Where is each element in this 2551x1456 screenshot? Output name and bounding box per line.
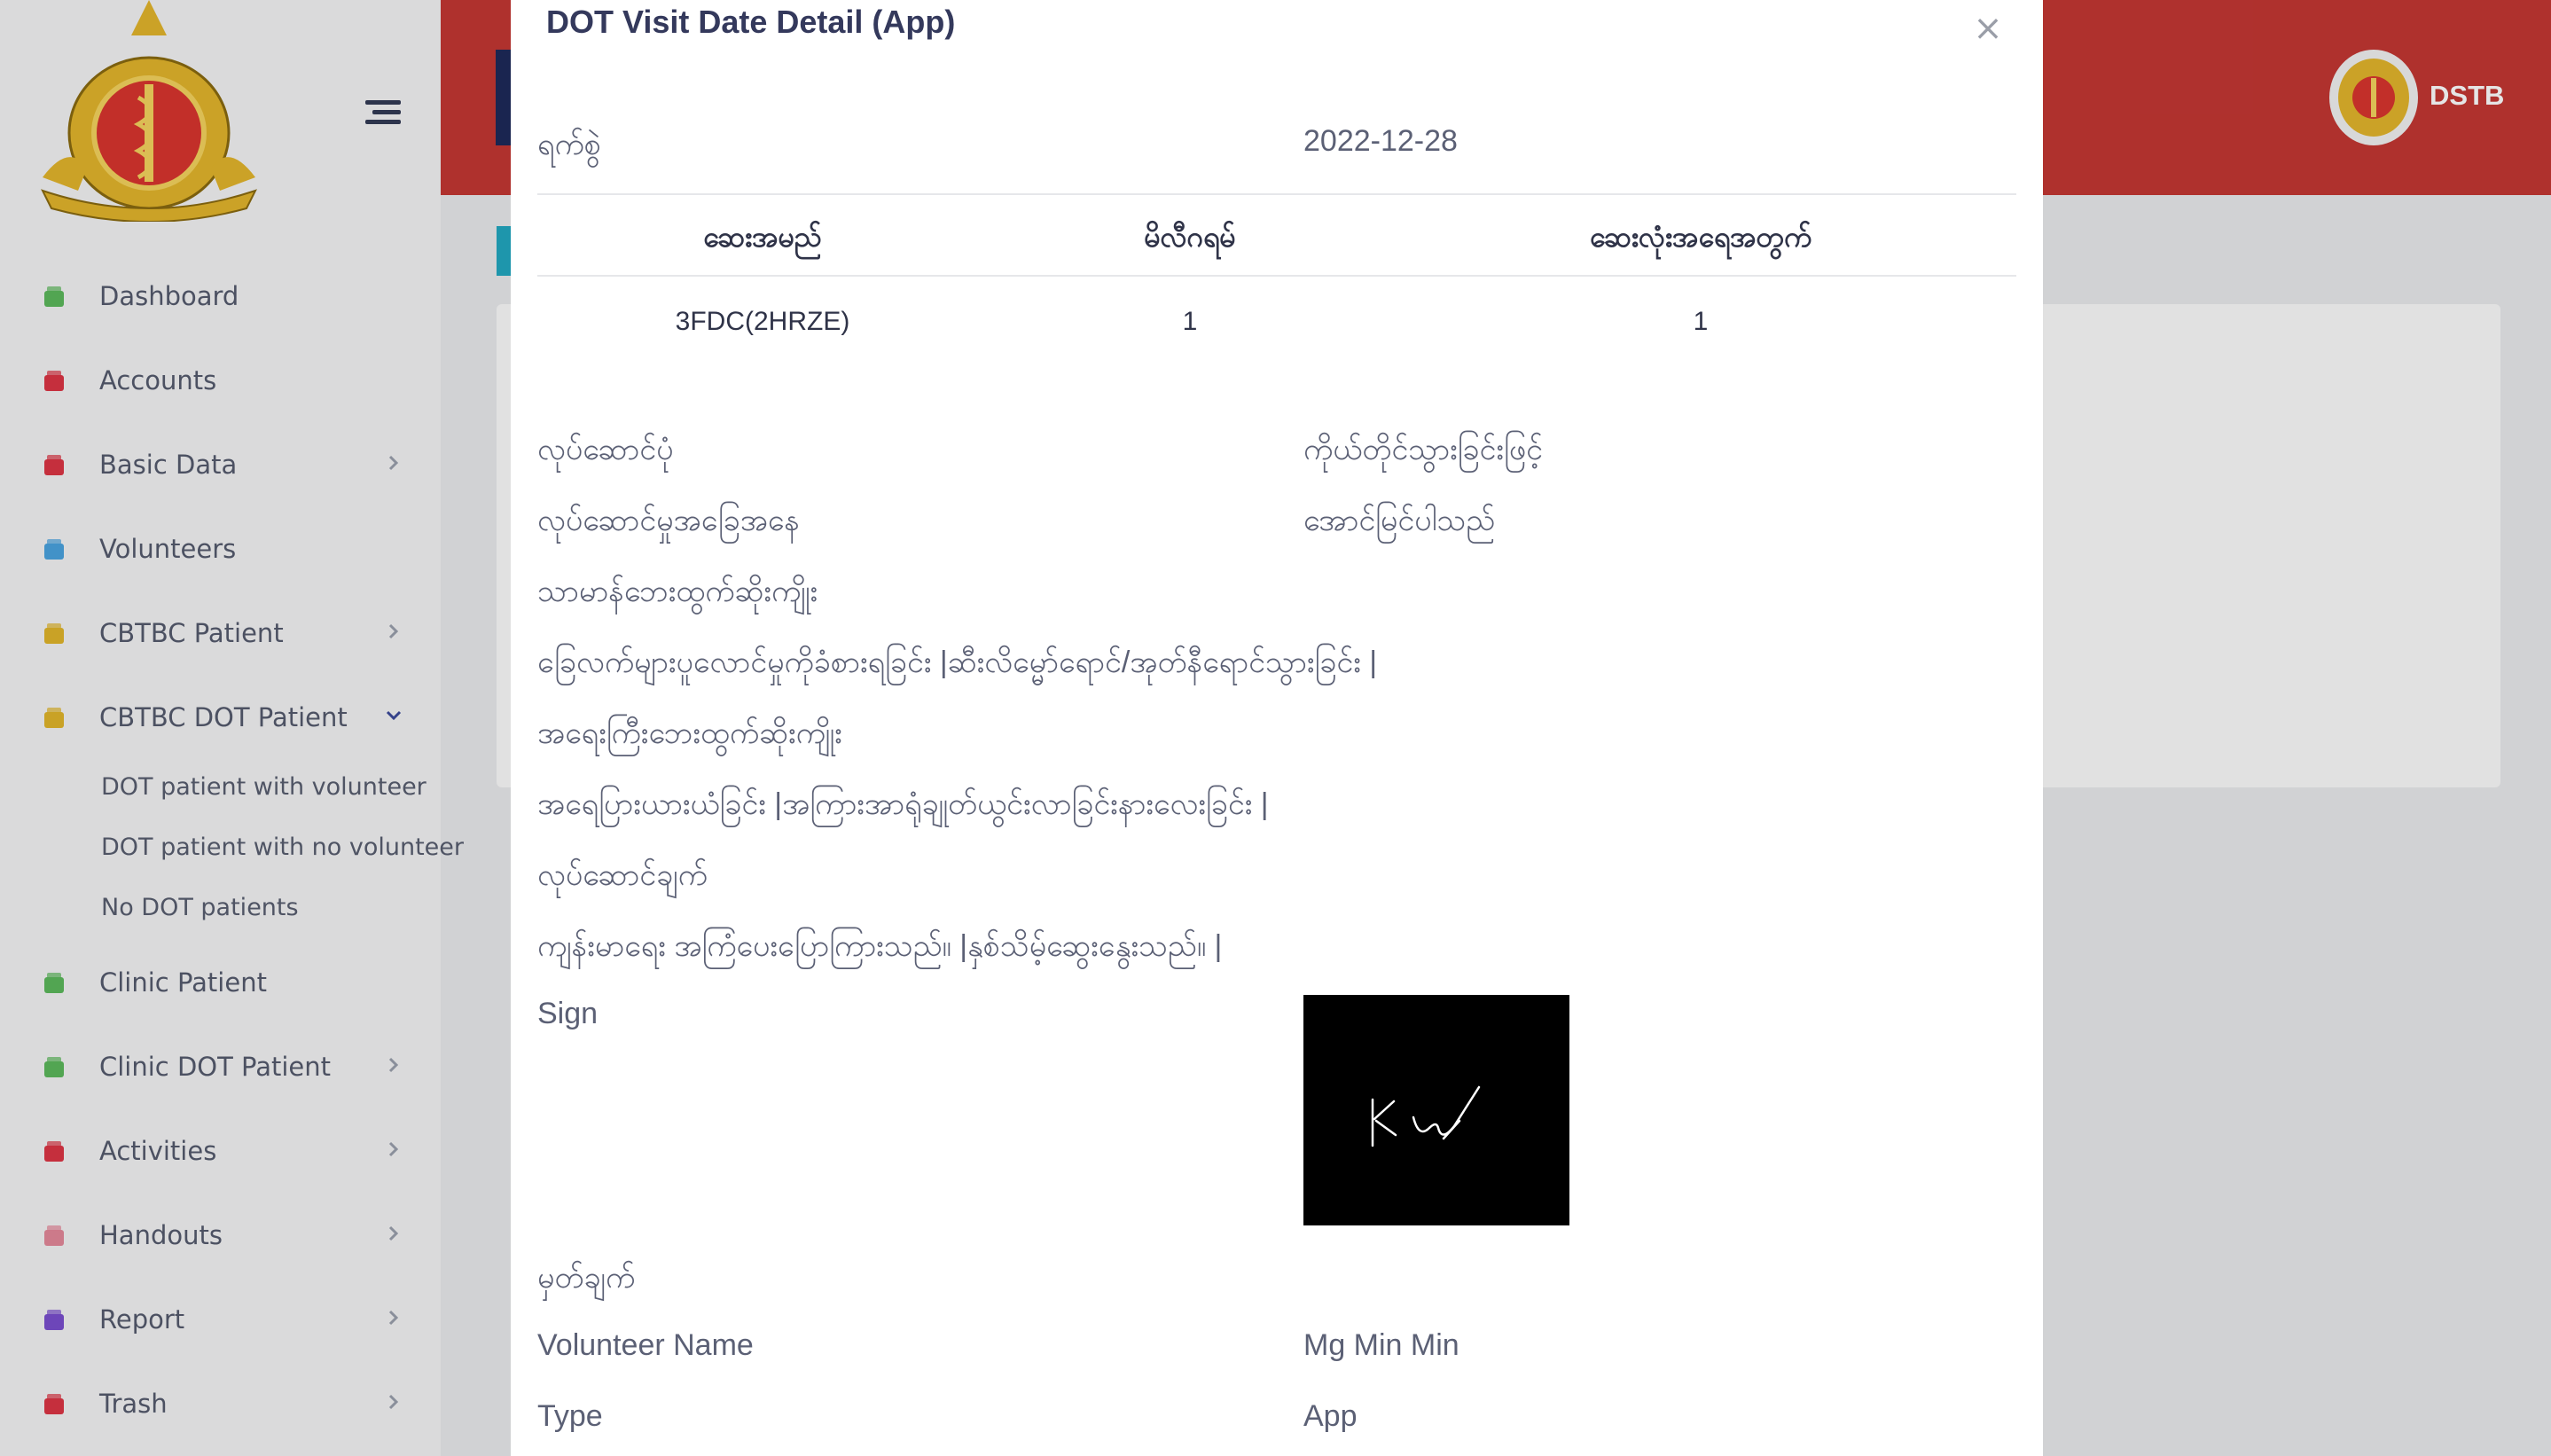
table-cell: 1 (1182, 307, 1198, 336)
table-header-count: ဆေးလုံးအရေအတွက် (1589, 220, 1812, 254)
table-cell: 3FDC(2HRZE) (675, 307, 850, 336)
action-value: ကျန်းမာရေး အကြံပေးပြောကြားသည်။ |နှစ်သိမ့… (537, 929, 1223, 963)
method-value: ကိုယ်တိုင်သွားခြင်းဖြင့် (1303, 433, 1544, 466)
date-label: ရက်စွဲ (537, 128, 601, 161)
type-value: App (1303, 1399, 1358, 1433)
method-label: လုပ်ဆောင်ပုံ (537, 433, 674, 466)
sign-label: Sign (537, 997, 599, 1030)
status-value: အောင်မြင်ပါသည် (1303, 504, 1496, 537)
divider (537, 275, 2016, 277)
modal-title: DOT Visit Date Detail (App) (546, 4, 956, 40)
volunteer-value: Mg Min Min (1303, 1328, 1459, 1362)
minor-side-effect-value: ခြေလက်များပူလောင်မှုကိုခံစားရခြင်း |ဆီးလ… (537, 646, 1378, 679)
table-header-mg: မိလီဂရမ် (1144, 220, 1236, 254)
divider (537, 193, 2016, 195)
remark-label: မှတ်ချက် (537, 1261, 636, 1295)
type-label: Type (537, 1399, 603, 1433)
volunteer-label: Volunteer Name (537, 1328, 754, 1362)
status-label: လုပ်ဆောင်မှုအခြေအနေ (537, 504, 800, 537)
action-label: လုပ်ဆောင်ချက် (537, 858, 708, 892)
date-value: 2022-12-28 (1303, 124, 1458, 158)
minor-side-effect-label: သာမာန်ဘေးထွက်ဆိုးကျိုး (537, 575, 818, 608)
major-side-effect-value: အရေပြားယားယံခြင်း |အကြားအာရုံချုတ်ယွင်းလ… (537, 787, 1269, 821)
signature-image (1303, 995, 1569, 1225)
close-icon[interactable]: × (1970, 11, 2006, 46)
major-side-effect-label: အရေးကြီးဘေးထွက်ဆိုးကျိုး (537, 716, 842, 750)
table-cell: 1 (1693, 307, 1709, 336)
dot-visit-detail-modal: DOT Visit Date Detail (App) × ရက်စွဲ 202… (511, 0, 2043, 1456)
table-header-medicine: ဆေးအမည် (703, 220, 822, 254)
